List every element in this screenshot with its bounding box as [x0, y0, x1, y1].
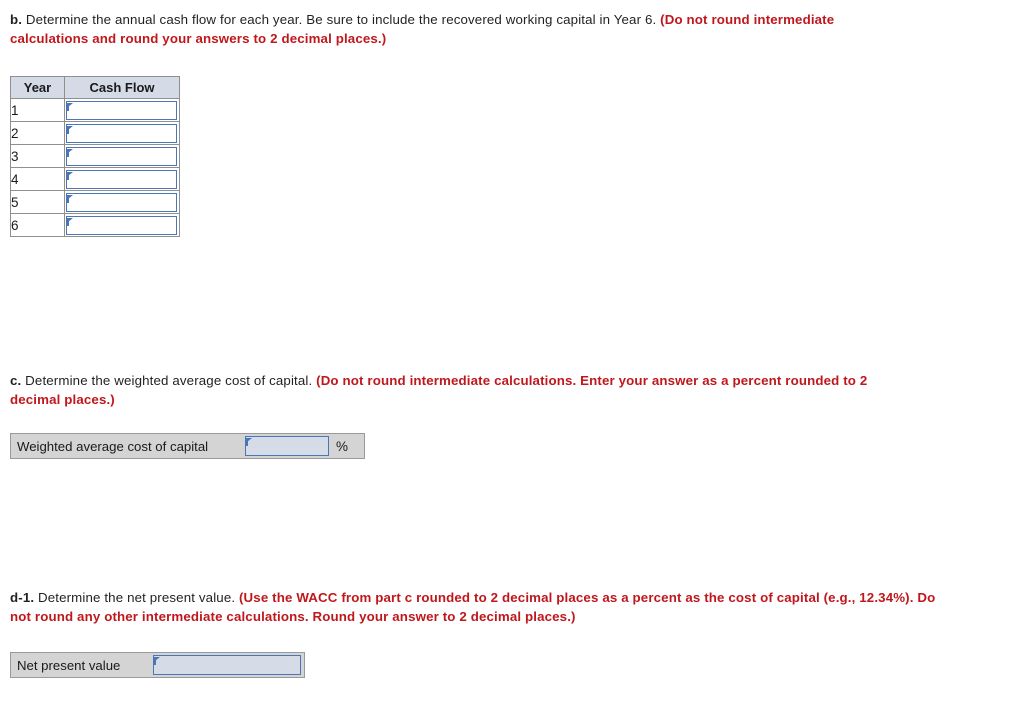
wacc-percent-unit: %	[336, 438, 349, 454]
npv-answer-row: Net present value	[10, 652, 305, 678]
input-marker-icon	[67, 171, 73, 180]
table-row: 5	[10, 190, 180, 214]
cash-flow-input-year-4[interactable]	[66, 169, 177, 189]
question-d1-prompt: Determine the net present value.	[34, 590, 239, 605]
year-cell-5: 5	[10, 190, 65, 214]
table-row: 1	[10, 98, 180, 122]
input-marker-icon	[67, 148, 73, 157]
npv-field-wrapper	[153, 655, 301, 675]
wacc-answer-row: Weighted average cost of capital %	[10, 433, 365, 459]
cash-flow-cell-1	[64, 98, 180, 122]
question-d1-label: d-1.	[10, 590, 35, 605]
question-d1-text: d-1. Determine the net present value. (U…	[10, 588, 950, 626]
cash-flow-table: Year Cash Flow 1 2 3 4 5 6	[10, 76, 180, 237]
year-cell-3: 3	[10, 144, 65, 168]
year-cell-6: 6	[10, 213, 65, 237]
wacc-label: Weighted average cost of capital	[17, 438, 209, 454]
cash-flow-cell-4	[64, 167, 180, 191]
input-marker-icon	[154, 657, 160, 665]
cash-flow-input-year-5[interactable]	[66, 192, 177, 212]
cash-flow-cell-5	[64, 190, 180, 214]
year-cell-1: 1	[10, 98, 65, 122]
year-cell-4: 4	[10, 167, 65, 191]
cash-flow-cell-3	[64, 144, 180, 168]
table-row: 2	[10, 121, 180, 145]
npv-label: Net present value	[17, 657, 121, 673]
input-marker-icon	[67, 217, 73, 226]
wacc-field-wrapper	[245, 436, 329, 456]
year-cell-2: 2	[10, 121, 65, 145]
input-marker-icon	[246, 438, 252, 446]
column-header-cash-flow: Cash Flow	[64, 76, 180, 99]
input-marker-icon	[67, 102, 73, 111]
table-header-row: Year Cash Flow	[10, 76, 180, 99]
cash-flow-input-year-6[interactable]	[66, 215, 177, 235]
npv-input[interactable]	[153, 655, 301, 675]
cash-flow-input-year-2[interactable]	[66, 123, 177, 143]
table-row: 4	[10, 167, 180, 191]
table-row: 3	[10, 144, 180, 168]
question-b-label: b.	[10, 12, 23, 27]
question-c-label: c.	[10, 373, 22, 388]
question-b-text: b. Determine the annual cash flow for ea…	[10, 10, 905, 48]
question-c-prompt: Determine the weighted average cost of c…	[21, 373, 317, 388]
input-marker-icon	[67, 125, 73, 134]
question-b-prompt: Determine the annual cash flow for each …	[22, 12, 661, 27]
wacc-input[interactable]	[245, 436, 329, 456]
cash-flow-cell-2	[64, 121, 180, 145]
question-c-text: c. Determine the weighted average cost o…	[10, 371, 920, 409]
cash-flow-table-container: Year Cash Flow 1 2 3 4 5 6	[10, 76, 180, 237]
cash-flow-cell-6	[64, 213, 180, 237]
input-marker-icon	[67, 194, 73, 203]
column-header-year: Year	[10, 76, 65, 99]
table-row: 6	[10, 213, 180, 237]
cash-flow-input-year-3[interactable]	[66, 146, 177, 166]
cash-flow-input-year-1[interactable]	[66, 100, 177, 120]
